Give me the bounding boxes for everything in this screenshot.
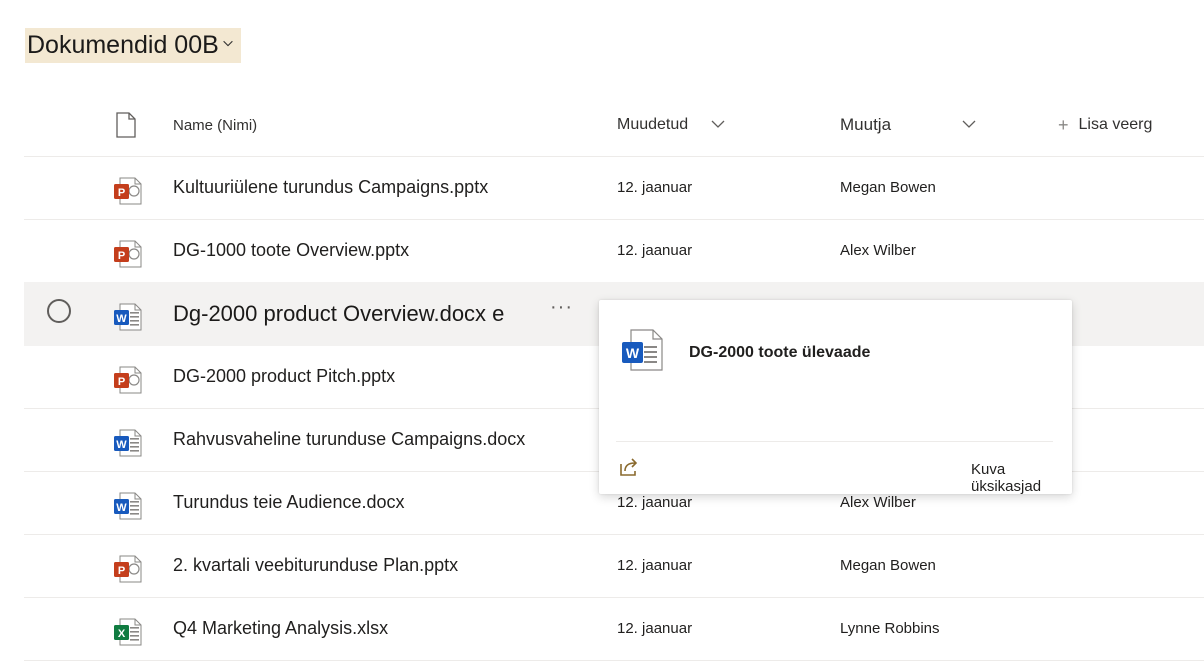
modified-date: 12. jaanuar [617,242,693,259]
svg-text:W: W [116,439,127,451]
svg-text:P: P [118,250,125,262]
library-title: Dokumendid 00B [27,31,219,59]
svg-text:P: P [118,565,125,577]
powerpoint-file-icon: P [114,177,142,205]
row-select-radio[interactable] [47,299,71,323]
file-row[interactable]: P DG-1000 toote Overview.pptx 12. jaanuar A… [24,219,1204,283]
modified-by-name[interactable]: Megan Bowen [840,156,936,219]
column-header-modified-by[interactable]: Muutja [840,94,891,156]
add-column-button[interactable]: + Lisa veerg [1058,94,1152,156]
svg-text:P: P [118,187,125,199]
chevron-down-icon[interactable] [710,116,726,132]
svg-text:W: W [116,313,127,325]
plus-icon: + [1058,114,1069,135]
excel-file-icon: X [114,618,142,646]
column-header-name[interactable]: Name (Nimi) [173,94,257,156]
library-title-button[interactable]: Dokumendid 00B [25,28,241,63]
modified-by-name[interactable]: Lynne Robbins [840,597,940,660]
word-file-icon: W [114,303,142,331]
word-file-icon: W [114,429,142,457]
file-name-link[interactable]: Dg-2000 product Overview.docx e [173,282,504,345]
chevron-down-icon[interactable] [961,116,977,132]
word-file-icon: W [114,492,142,520]
share-icon[interactable] [618,456,640,478]
add-column-label: Lisa veerg [1078,116,1153,133]
svg-text:P: P [118,376,125,388]
chevron-down-icon [223,40,233,47]
hovercard-divider [616,441,1053,442]
file-name-link[interactable]: Turundus teie Audience.docx [173,471,405,534]
word-document-icon: W [622,329,663,371]
modified-date: 12. jaanuar [617,179,693,196]
svg-text:W: W [626,345,640,361]
modified-date: 12. jaanuar [617,620,693,637]
column-header-modified[interactable]: Muudetud [617,94,688,156]
modified-date: 12. jaanuar [617,557,693,574]
svg-text:W: W [116,502,127,514]
file-name-link[interactable]: Kultuuriülene turundus Campaigns.pptx [173,156,488,219]
file-name-link[interactable]: Q4 Marketing Analysis.xlsx [173,597,388,660]
modified-by-name[interactable]: Megan Bowen [840,534,936,597]
more-actions-button[interactable]: ··· [550,296,573,319]
powerpoint-file-icon: P [114,555,142,583]
file-row[interactable]: P Kultuuriülene turundus Campaigns.pptx 12… [24,156,1204,220]
view-details-link[interactable]: Kuva üksikasjad [971,461,1072,495]
powerpoint-file-icon: P [114,240,142,268]
modified-by-name[interactable]: Alex Wilber [840,219,916,282]
svg-text:X: X [118,628,126,640]
powerpoint-file-icon: P [114,366,142,394]
file-row[interactable]: P 2. kvartali veebiturunduse Plan.pptx 12.… [24,534,1204,598]
column-header-row: Name (Nimi) Muudetud Muutja + Lisa veerg [24,94,1204,157]
hovercard-title[interactable]: DG-2000 toote ülevaade [689,344,870,362]
file-name-link[interactable]: 2. kvartali veebiturunduse Plan.pptx [173,534,458,597]
file-row[interactable]: X Q4 Marketing Analysis.xlsx 12. jaanuar Ly… [24,597,1204,661]
file-name-link[interactable]: DG-2000 product Pitch.pptx [173,345,395,408]
file-type-column-icon[interactable] [115,112,137,138]
file-hovercard: W DG-2000 toote ülevaade Kuva üksikasjad [599,300,1072,495]
file-name-link[interactable]: Rahvusvaheline turunduse Campaigns.docx [173,408,525,471]
file-name-link[interactable]: DG-1000 toote Overview.pptx [173,219,409,282]
